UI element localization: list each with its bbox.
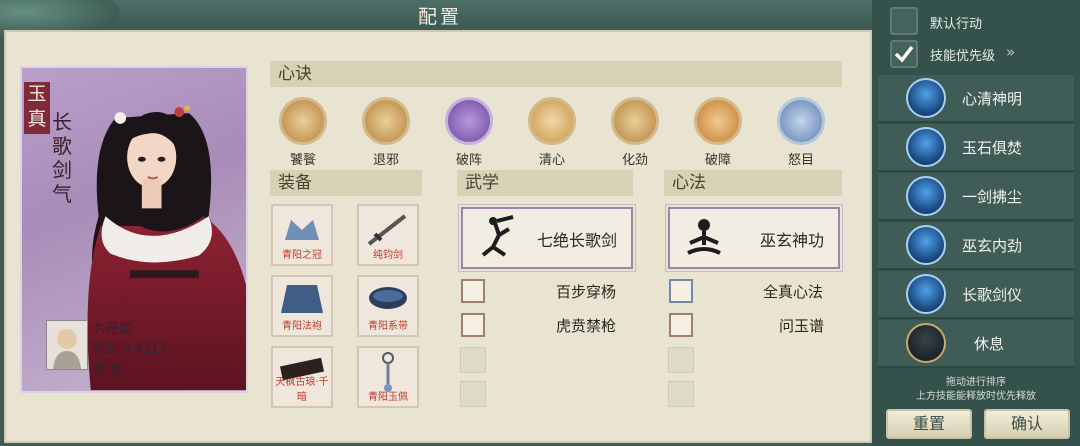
skill-row-4[interactable]: 长歌剑仪 (878, 271, 1074, 319)
martial-skill-icon-1[interactable] (461, 313, 485, 337)
xinjue-label-1: 退邪 (372, 153, 399, 168)
score-value: 4217 (134, 342, 168, 357)
mind-skill-icon-0[interactable] (669, 279, 693, 303)
xinjue-label-3: 清心 (538, 153, 565, 168)
default-action-checkbox[interactable] (890, 7, 918, 35)
mind-header: 心法 (664, 170, 842, 196)
rest-icon (906, 323, 946, 363)
player-name: 为菈妮 (93, 322, 133, 337)
martial-main-card[interactable]: 七绝长歌剑 (458, 204, 636, 272)
martial-skill-0: 百步穿杨 (556, 283, 617, 301)
sword-icon (367, 214, 407, 246)
equipment-header: 装备 (270, 170, 422, 196)
martial-skill-1: 虎贲禁枪 (556, 317, 617, 335)
skill-row-2[interactable]: 一剑拂尘 (878, 173, 1074, 221)
mind-main-card[interactable]: 巫玄神功 (665, 204, 843, 272)
mind-empty-slot-0[interactable] (668, 347, 694, 373)
skill-icon-0 (906, 78, 946, 118)
skill-priority-label: 技能优先级 (930, 49, 996, 64)
equip-label-0: 青阳之冠 (282, 250, 322, 261)
skill-icon-2 (906, 176, 946, 216)
score-label: 论剑分 (93, 342, 133, 357)
martial-header: 武学 (457, 170, 633, 196)
pozhang-icon[interactable] (694, 97, 742, 145)
martial-main-label: 七绝长歌剑 (536, 231, 617, 250)
confirm-button[interactable]: 确认 (984, 409, 1070, 439)
robe-icon (281, 285, 323, 313)
xinjue-header: 心诀 (270, 61, 842, 87)
tuixie-icon[interactable] (362, 97, 410, 145)
skill-label-0: 心清神明 (962, 90, 1023, 108)
reset-button[interactable]: 重置 (886, 409, 972, 439)
sort-hint: 拖动进行排序 上方技能能释放时优先释放 (878, 376, 1074, 404)
numu-icon[interactable] (777, 97, 825, 145)
monk-avatar-icon (53, 329, 81, 369)
equip-label-3: 青阳系带 (368, 321, 408, 332)
mind-main-label: 巫玄神功 (759, 231, 824, 250)
taotie-icon[interactable] (279, 97, 327, 145)
pozhen-icon[interactable] (445, 97, 493, 145)
meditation-icon (687, 219, 721, 255)
xinjue-label-0: 饕餮 (289, 153, 316, 168)
skill-label-1: 玉石俱焚 (962, 139, 1023, 157)
page-title: 配置 (417, 6, 462, 28)
character-tag: 玉真 (24, 82, 50, 134)
character-title: 长歌剑气 (52, 110, 72, 206)
skill-label-4: 长歌剑仪 (962, 286, 1023, 304)
xinjue-label-4: 化劲 (621, 153, 648, 168)
xinjue-label-6: 怒目 (787, 153, 814, 168)
skill-label-2: 一剑拂尘 (962, 188, 1023, 206)
mind-skill-1: 问玉谱 (779, 317, 825, 335)
crown-icon (285, 220, 319, 240)
mind-skill-icon-1[interactable] (669, 313, 693, 337)
score: 论剑分 4217 (93, 338, 167, 357)
xinjue-label-2: 破阵 (455, 153, 482, 168)
skill-row-1[interactable]: 玉石俱焚 (878, 124, 1074, 172)
swordsman-icon (481, 215, 514, 257)
skill-label-5: 休息 (974, 335, 1005, 353)
skill-priority-checkbox[interactable] (890, 40, 918, 68)
belt-icon (369, 287, 407, 309)
check-icon (894, 45, 914, 63)
sort-hint-line2: 上方技能能释放时优先释放 (916, 391, 1036, 402)
martial-skill-icon-0[interactable] (461, 279, 485, 303)
skill-row-5[interactable]: 休息 (878, 320, 1074, 368)
chevron-right-icon[interactable]: » (1006, 43, 1015, 61)
skill-icon-3 (906, 225, 946, 265)
default-action-label: 默认行动 (930, 17, 983, 32)
mind-empty-slot-1[interactable] (668, 381, 694, 407)
skill-row-3[interactable]: 巫玄内劲 (878, 222, 1074, 270)
qingxin-icon[interactable] (528, 97, 576, 145)
qin-icon (280, 357, 324, 381)
equip-label-2: 青阳法袍 (282, 321, 322, 332)
skill-icon-1 (906, 127, 946, 167)
avatar[interactable] (46, 320, 88, 370)
guild-label: 帮 会 (93, 362, 124, 377)
mind-skill-0: 全真心法 (763, 283, 824, 301)
huajin-icon[interactable] (611, 97, 659, 145)
xinjue-label-5: 破障 (704, 153, 731, 168)
martial-empty-slot-0[interactable] (460, 347, 486, 373)
equip-label-1: 纯钧剑 (373, 250, 403, 261)
martial-empty-slot-1[interactable] (460, 381, 486, 407)
pendant-icon (382, 352, 394, 392)
sort-hint-line1: 拖动进行排序 (946, 377, 1006, 388)
skill-label-3: 巫玄内劲 (962, 237, 1023, 255)
skill-icon-4 (906, 274, 946, 314)
skill-row-0[interactable]: 心清神明 (878, 75, 1074, 123)
